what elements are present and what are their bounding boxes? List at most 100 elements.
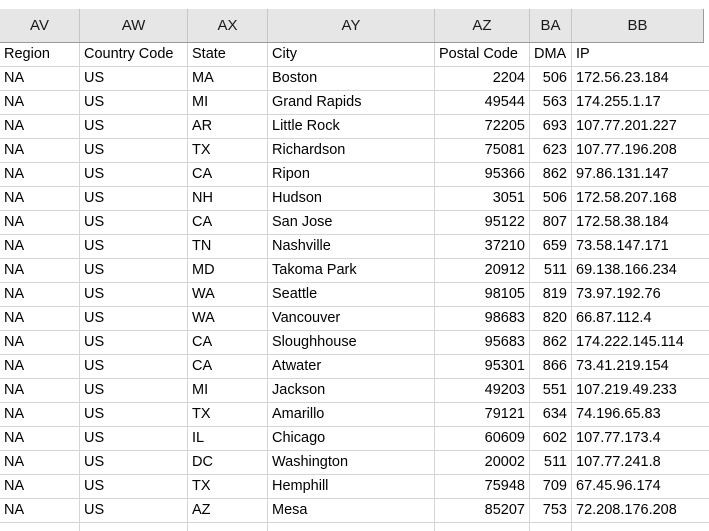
cell-ip[interactable]: 73.97.192.76 [572,283,704,306]
cell-ip[interactable]: 107.77.173.4 [572,427,704,450]
cell-city[interactable]: Takoma Park [268,259,435,282]
cell-state[interactable]: CA [188,163,268,186]
cell-region[interactable]: NA [0,403,80,426]
table-row[interactable]: NA US MA Boston 2204 506 172.56.23.184 [0,67,709,91]
cell-postal-code[interactable]: 49203 [435,379,530,402]
cell-country-code[interactable]: US [80,475,188,498]
cell-city[interactable]: Richardson [268,139,435,162]
cell-dma[interactable]: 511 [530,259,572,282]
cell-city[interactable]: Ripon [268,163,435,186]
cell-region[interactable]: NA [0,115,80,138]
cell-dma[interactable]: 506 [530,187,572,210]
table-row[interactable]: NA US WA Seattle 98105 819 73.97.192.76 [0,283,709,307]
cell-state[interactable]: TX [188,403,268,426]
cell-dma[interactable]: 563 [530,91,572,114]
table-row[interactable]: NA US IL Chicago 60609 602 107.77.173.4 [0,427,709,451]
table-row[interactable]: NA US NH Hudson 3051 506 172.58.207.168 [0,187,709,211]
cell-country-code[interactable]: US [80,379,188,402]
table-row[interactable]: NA US CA Ripon 95366 862 97.86.131.147 [0,163,709,187]
cell-ip[interactable]: 69.138.166.234 [572,259,704,282]
cell-state[interactable]: TN [188,235,268,258]
cell-region[interactable]: NA [0,211,80,234]
cell-country-code[interactable]: US [80,163,188,186]
column-letter-az[interactable]: AZ [435,9,530,42]
cell-ip[interactable]: 172.58.207.168 [572,187,704,210]
cell-country-code[interactable]: US [80,451,188,474]
cell-dma[interactable]: 623 [530,139,572,162]
cell-city[interactable]: Hudson [268,187,435,210]
field-header-ip[interactable]: IP [572,43,704,66]
cell-region[interactable]: NA [0,259,80,282]
cell-city[interactable]: Washington [268,451,435,474]
column-letter-ax[interactable]: AX [188,9,268,42]
field-header-region[interactable]: Region [0,43,80,66]
cell-region[interactable]: NA [0,67,80,90]
table-row[interactable]: NA US CA Sloughhouse 95683 862 174.222.145.114 [0,331,709,355]
cell-region[interactable]: NA [0,139,80,162]
cell-dma[interactable]: 634 [530,403,572,426]
cell-city[interactable]: Amarillo [268,403,435,426]
cell-region[interactable]: NA [0,451,80,474]
cell-ip[interactable]: 172.58.38.184 [572,211,704,234]
table-row[interactable]: NA US TX Hemphill 75948 709 67.45.96.174 [0,475,709,499]
cell-city[interactable]: Grand Rapids [268,91,435,114]
cell-region[interactable]: NA [0,235,80,258]
cell-postal-code[interactable]: 98683 [435,307,530,330]
cell-postal-code[interactable]: 20002 [435,451,530,474]
cell-state[interactable]: CA [188,211,268,234]
cell-country-code[interactable]: US [80,67,188,90]
cell-country-code[interactable]: US [80,427,188,450]
cell-region[interactable]: NA [0,499,80,522]
cell-city[interactable]: Mesa [268,499,435,522]
cell-city[interactable]: Nashville [268,235,435,258]
cell-ip[interactable]: 174.222.145.114 [572,331,704,354]
cell-postal-code[interactable]: 95683 [435,331,530,354]
cell-country-code[interactable]: US [80,115,188,138]
cell-postal-code[interactable]: 95122 [435,211,530,234]
cell-country-code[interactable]: US [80,355,188,378]
cell-dma[interactable]: 862 [530,331,572,354]
cell-state[interactable]: CA [188,331,268,354]
cell-postal-code[interactable]: 75948 [435,475,530,498]
cell-postal-code[interactable]: 3051 [435,187,530,210]
cell-region[interactable]: NA [0,283,80,306]
cell-state[interactable]: AZ [188,499,268,522]
cell-region[interactable]: NA [0,379,80,402]
cell-region[interactable]: NA [0,91,80,114]
cell-country-code[interactable]: US [80,283,188,306]
cell-ip[interactable]: 107.77.241.8 [572,451,704,474]
cell-postal-code[interactable]: 75081 [435,139,530,162]
cell-postal-code[interactable]: 49544 [435,91,530,114]
table-row[interactable]: NA US AZ Mesa 85207 753 72.208.176.208 [0,499,709,523]
cell-country-code[interactable]: US [80,187,188,210]
cell-ip[interactable]: 72.208.176.208 [572,499,704,522]
cell-city[interactable]: Boston [268,67,435,90]
cell-postal-code[interactable]: 95366 [435,163,530,186]
cell-postal-code[interactable]: 60609 [435,427,530,450]
cell-postal-code[interactable]: 85207 [435,499,530,522]
cell-region[interactable]: NA [0,427,80,450]
cell-ip[interactable]: 67.45.96.174 [572,475,704,498]
cell-country-code[interactable]: US [80,331,188,354]
table-row[interactable]: NA US MI Grand Rapids 49544 563 174.255.1.17 [0,91,709,115]
cell-dma[interactable]: 709 [530,475,572,498]
cell-ip[interactable]: 97.86.131.147 [572,163,704,186]
cell-dma[interactable]: 693 [530,115,572,138]
cell-region[interactable]: NA [0,355,80,378]
cell-state[interactable]: IL [188,427,268,450]
cell-city[interactable]: Sloughhouse [268,331,435,354]
cell-dma[interactable]: 820 [530,307,572,330]
cell-state[interactable]: MI [188,379,268,402]
cell-city[interactable]: Atwater [268,355,435,378]
cell-dma[interactable]: 602 [530,427,572,450]
cell-ip[interactable]: 73.58.147.171 [572,235,704,258]
cell-country-code[interactable]: US [80,403,188,426]
table-row[interactable]: NA US CA San Jose 95122 807 172.58.38.184 [0,211,709,235]
cell-state[interactable]: TX [188,139,268,162]
column-letter-ay[interactable]: AY [268,9,435,42]
cell-country-code[interactable]: US [80,139,188,162]
cell-country-code[interactable]: US [80,499,188,522]
cell-dma[interactable]: 819 [530,283,572,306]
cell-state[interactable]: MA [188,67,268,90]
cell-ip[interactable]: 74.196.65.83 [572,403,704,426]
